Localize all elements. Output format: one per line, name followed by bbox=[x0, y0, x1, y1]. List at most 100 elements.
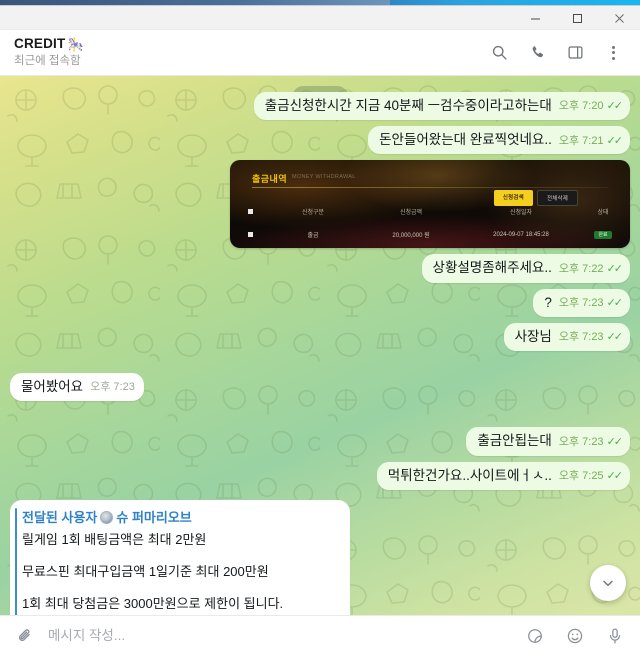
composer-actions bbox=[524, 625, 626, 647]
message-input[interactable] bbox=[48, 624, 512, 647]
forward-accent-bar bbox=[15, 507, 17, 615]
read-receipt-icon: ✓✓ bbox=[606, 100, 624, 113]
media-table-row: 출금 20,000,000 원 2024-09-07 18:45:28 완료 bbox=[230, 230, 630, 240]
message-bubble-outgoing[interactable]: 먹튀한건가요..사이트에ㅓㅅ.. 오후 7:25 ✓✓ bbox=[376, 461, 630, 490]
forwarded-author: 슈 퍼마리오브 bbox=[116, 509, 192, 525]
message-list-container[interactable]: 9월 7일 출금신청한시간 지금 40분째 ㅡ검수중이라고하는대 오후 7:20… bbox=[0, 76, 640, 615]
message-meta: 오후 7:23 ✓✓ bbox=[558, 296, 624, 312]
read-receipt-icon: ✓✓ bbox=[606, 262, 624, 275]
message-row[interactable]: 상황설명좀해주세요.. 오후 7:22 ✓✓ bbox=[10, 254, 630, 283]
media-table-header: 신청구분 신청금액 신청일자 상태 bbox=[230, 207, 630, 216]
paperclip-icon[interactable] bbox=[14, 625, 36, 647]
media-row-amount: 20,000,000 원 bbox=[392, 233, 430, 240]
status-badge: 완료 bbox=[594, 231, 612, 240]
sticker-icon[interactable] bbox=[524, 625, 546, 647]
message-meta: 오후 7:23 bbox=[90, 380, 135, 396]
media-buttons: 신청검색 전체삭제 bbox=[493, 190, 578, 207]
message-bubble-incoming[interactable]: 물어봤어요 오후 7:23 bbox=[10, 373, 144, 402]
message-row[interactable]: 사장님 오후 7:23 ✓✓ bbox=[10, 322, 630, 352]
search-icon[interactable] bbox=[488, 42, 510, 64]
peer-name-row: CREDIT 🎠 bbox=[14, 36, 488, 53]
message-bubble-outgoing[interactable]: ? 오후 7:23 ✓✓ bbox=[533, 288, 630, 317]
message-text: 출금신청한시간 지금 40분째 ㅡ검수중이라고하는대 bbox=[264, 98, 552, 113]
peer-info[interactable]: CREDIT 🎠 최근에 접속함 bbox=[14, 36, 488, 68]
message-time: 오후 7:23 bbox=[90, 381, 135, 394]
emoji-icon[interactable] bbox=[564, 625, 586, 647]
message-row[interactable]: ? 오후 7:23 ✓✓ bbox=[10, 288, 630, 317]
message-text: 돈안들어왔는대 완료찍엇네요.. bbox=[379, 132, 552, 148]
message-bubble-outgoing[interactable]: 상황설명좀해주세요.. 오후 7:22 ✓✓ bbox=[421, 254, 630, 283]
message-row[interactable]: 먹튀한건가요..사이트에ㅓㅅ.. 오후 7:25 ✓✓ bbox=[10, 461, 630, 490]
avatar bbox=[100, 511, 114, 525]
desktop-taskbar-segment bbox=[0, 0, 390, 5]
message-text: ? bbox=[544, 294, 552, 310]
message-meta: 오후 7:23 ✓✓ bbox=[559, 330, 624, 346]
read-receipt-icon: ✓✓ bbox=[606, 134, 624, 147]
message-list: 9월 7일 출금신청한시간 지금 40분째 ㅡ검수중이라고하는대 오후 7:20… bbox=[0, 76, 640, 615]
more-menu-icon[interactable] bbox=[602, 42, 624, 64]
message-bubble-outgoing[interactable]: 돈안들어왔는대 완료찍엇네요.. 오후 7:21 ✓✓ bbox=[368, 126, 630, 155]
forwarded-from-header[interactable]: 전달된 사용자 슈 퍼마리오브 bbox=[22, 508, 338, 528]
telegram-window-screenshot: CREDIT 🎠 최근에 접속함 출금신청한시간 지금 40분째 ㅡ검수중이라고… bbox=[0, 0, 640, 655]
scroll-to-bottom-button[interactable] bbox=[590, 565, 626, 601]
media-search-button: 신청검색 bbox=[493, 190, 533, 207]
message-row-forwarded[interactable]: 전달된 사용자 슈 퍼마리오브 릴게임 1회 배팅금액은 최대 2만원 무료스핀… bbox=[10, 499, 630, 615]
message-time: 오후 7:22 bbox=[558, 262, 604, 275]
peer-name: CREDIT bbox=[14, 36, 66, 52]
image-message[interactable]: 출금내역 MONEY WITHDRAWAL 신청검색 전체삭제 신청구분 신청금… bbox=[230, 160, 630, 249]
message-composer bbox=[0, 615, 640, 655]
media-row-status: 완료 bbox=[576, 231, 630, 240]
media-column-amount: 신청금액 bbox=[399, 210, 423, 217]
media-title: 출금내역 bbox=[252, 174, 288, 185]
read-receipt-icon: ✓✓ bbox=[606, 331, 624, 344]
panel-icon[interactable] bbox=[564, 42, 586, 64]
message-meta: 오후 7:23 ✓✓ bbox=[558, 435, 623, 451]
message-bubble-outgoing[interactable]: 사장님 오후 7:23 ✓✓ bbox=[503, 322, 630, 352]
message-text: 상황설명좀해주세요.. bbox=[432, 260, 552, 276]
read-receipt-icon: ✓✓ bbox=[606, 297, 624, 310]
message-row[interactable]: 출금안됩는대 오후 7:23 ✓✓ bbox=[10, 427, 630, 456]
forwarded-text-line: 릴게임 1회 배팅금액은 최대 2만원 bbox=[22, 531, 207, 547]
message-time: 오후 7:23 bbox=[558, 435, 604, 448]
media-column-date: 신청일자 bbox=[509, 210, 533, 217]
message-text: 사장님 bbox=[514, 328, 552, 344]
media-subtitle: MONEY WITHDRAWAL bbox=[292, 174, 356, 181]
read-receipt-icon: ✓✓ bbox=[606, 469, 624, 482]
chevron-down-icon bbox=[603, 580, 613, 587]
media-header-checkbox bbox=[230, 209, 270, 215]
call-icon[interactable] bbox=[526, 42, 548, 64]
media-row-date: 2024-09-07 18:45:28 bbox=[493, 231, 549, 238]
message-time: 오후 7:25 bbox=[558, 469, 604, 482]
text-spacer bbox=[22, 550, 338, 562]
text-spacer bbox=[22, 614, 338, 615]
message-meta: 오후 7:25 ✓✓ bbox=[558, 469, 624, 485]
peer-status: 최근에 접속함 bbox=[14, 55, 81, 68]
media-row-checkbox bbox=[230, 232, 270, 238]
message-row[interactable]: 돈안들어왔는대 완료찍엇네요.. 오후 7:21 ✓✓ bbox=[10, 126, 630, 155]
media-delete-all-button: 전체삭제 bbox=[536, 190, 578, 207]
header-actions bbox=[488, 42, 624, 64]
message-time: 오후 7:23 bbox=[558, 297, 604, 310]
peer-name-emoji: 🎠 bbox=[67, 37, 84, 53]
media-divider bbox=[252, 187, 608, 189]
message-bubble-outgoing[interactable]: 출금안됩는대 오후 7:23 ✓✓ bbox=[466, 427, 630, 456]
forwarded-message-bubble[interactable]: 전달된 사용자 슈 퍼마리오브 릴게임 1회 배팅금액은 최대 2만원 무료스핀… bbox=[10, 499, 350, 615]
forwarded-text-line: 1회 최대 당첨금은 3000만원으로 제한이 됩니다. bbox=[22, 596, 284, 612]
message-time: 오후 7:20 bbox=[558, 100, 604, 113]
message-meta: 오후 7:20 ✓✓ bbox=[558, 99, 624, 115]
window-titlebar bbox=[0, 6, 640, 30]
app-window: CREDIT 🎠 최근에 접속함 출금신청한시간 지금 40분째 ㅡ검수중이라고… bbox=[0, 6, 640, 655]
message-meta: 오후 7:21 ✓✓ bbox=[559, 134, 624, 150]
text-spacer bbox=[22, 582, 338, 594]
microphone-icon[interactable] bbox=[604, 625, 626, 647]
window-minimize-button[interactable] bbox=[514, 6, 556, 30]
window-maximize-button[interactable] bbox=[556, 6, 598, 30]
message-row[interactable]: 출금신청한시간 지금 40분째 ㅡ검수중이라고하는대 오후 7:20 ✓✓ bbox=[10, 92, 630, 121]
message-row[interactable]: 물어봤어요 오후 7:23 bbox=[10, 373, 630, 402]
media-column-kind: 신청구분 bbox=[301, 210, 325, 217]
window-close-button[interactable] bbox=[598, 6, 640, 30]
chat-header[interactable]: CREDIT 🎠 최근에 접속함 bbox=[0, 30, 640, 76]
message-row-media[interactable]: 출금내역 MONEY WITHDRAWAL 신청검색 전체삭제 신청구분 신청금… bbox=[10, 160, 630, 249]
message-text: 출금안됩는대 bbox=[477, 433, 552, 449]
message-bubble-outgoing[interactable]: 출금신청한시간 지금 40분째 ㅡ검수중이라고하는대 오후 7:20 ✓✓ bbox=[253, 92, 630, 121]
